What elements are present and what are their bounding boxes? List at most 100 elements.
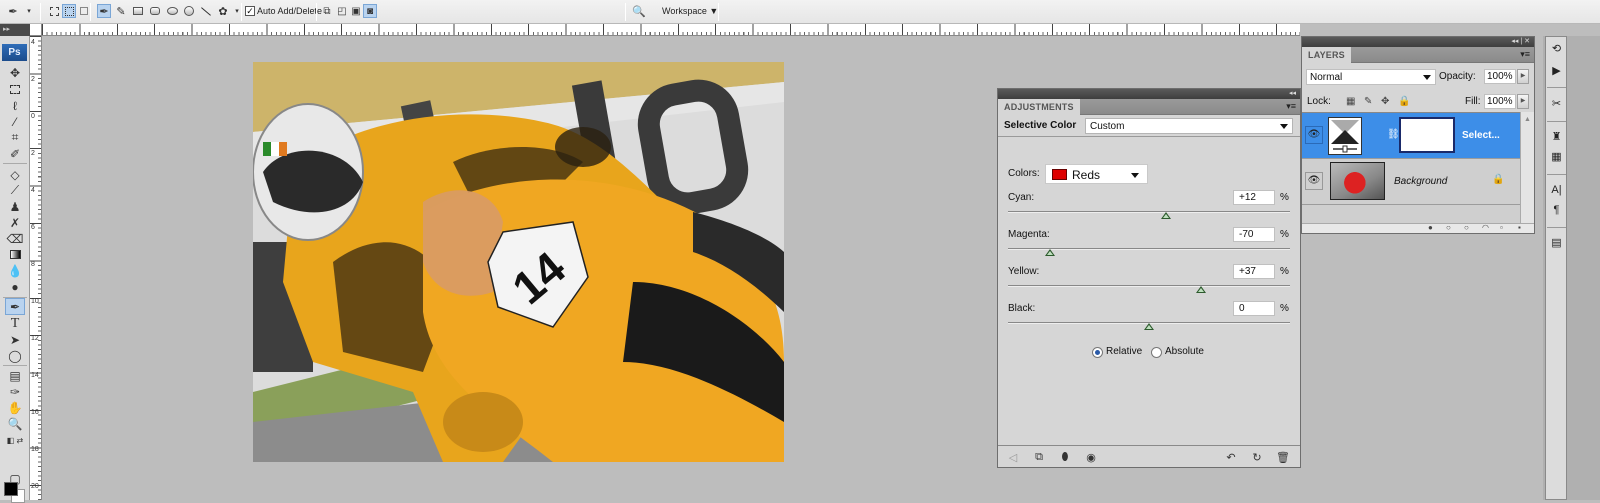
freeform-pen-icon[interactable]: ✎ xyxy=(114,4,128,18)
lock-all-icon[interactable]: 🔒 xyxy=(1398,96,1410,107)
new-layer-icon[interactable]: ▫ xyxy=(1500,223,1503,232)
colors-dropdown[interactable]: Reds xyxy=(1045,164,1148,184)
subtract-icon[interactable]: ◰ xyxy=(335,4,349,18)
magenta-input[interactable]: -70 xyxy=(1233,227,1275,242)
collapse-icon[interactable]: ◂◂ | ✕ xyxy=(1511,37,1530,47)
panel-menu-icon[interactable]: ▾≡ xyxy=(1286,101,1296,112)
layer-row-background[interactable]: 👁 Background 🔒 xyxy=(1302,159,1520,205)
tab-layers[interactable]: LAYERS xyxy=(1302,47,1351,63)
fill-slider-button[interactable]: ▶ xyxy=(1517,94,1529,109)
eye-icon[interactable]: 👁 xyxy=(1305,126,1323,144)
lock-position-icon[interactable]: ✥ xyxy=(1381,96,1389,107)
fill-input[interactable]: 100% xyxy=(1484,94,1516,109)
yellow-track[interactable] xyxy=(1008,285,1290,287)
blur-tool-icon[interactable]: 💧 xyxy=(5,262,25,279)
layers-titlebar[interactable]: ◂◂ | ✕ xyxy=(1302,37,1534,47)
vertical-ruler[interactable]: 4 2 0 2 4 6 8 10 12 14 16 18 20 xyxy=(30,36,42,500)
relative-radio[interactable] xyxy=(1092,347,1103,358)
collapse-icon[interactable]: ◂◂ xyxy=(1289,89,1296,99)
default-colors-icon[interactable]: ◧ ⇄ xyxy=(5,432,25,449)
mask-icon[interactable]: ○ xyxy=(1464,223,1469,232)
crop-tool-icon[interactable]: ⌗ xyxy=(5,129,25,146)
layer-name[interactable]: Background xyxy=(1394,176,1447,187)
paragraph-icon[interactable]: ¶ xyxy=(1549,203,1564,218)
brushes-icon[interactable]: ▦ xyxy=(1549,150,1564,165)
shape-layers-icon[interactable] xyxy=(47,4,61,18)
tool-preset-dropdown-icon[interactable]: ▾ xyxy=(22,4,36,18)
eye-icon[interactable]: 👁 xyxy=(1305,172,1323,190)
black-thumb[interactable] xyxy=(1144,323,1154,330)
adjustments-titlebar[interactable]: ◂◂ xyxy=(998,89,1300,99)
yellow-thumb[interactable] xyxy=(1196,286,1207,293)
adjustment-layer-icon[interactable]: ◠ xyxy=(1482,223,1489,232)
lock-image-icon[interactable]: ✎ xyxy=(1364,96,1372,107)
path-selection-tool-icon[interactable]: ➤ xyxy=(5,331,25,348)
tools-panel-header[interactable]: ▸▸ xyxy=(0,24,30,36)
layer-name[interactable]: Select... xyxy=(1462,130,1500,141)
scroll-up-icon[interactable]: ▲ xyxy=(1524,116,1531,123)
layer-mask-thumbnail[interactable] xyxy=(1399,117,1455,153)
absolute-label[interactable]: Absolute xyxy=(1165,346,1204,357)
paths-icon[interactable] xyxy=(62,4,76,18)
ellipse-icon[interactable] xyxy=(165,4,179,18)
delete-icon[interactable]: 🗑 xyxy=(1276,450,1290,464)
layers-scrollbar[interactable]: ▲ xyxy=(1520,112,1534,224)
combine-icon[interactable]: ⧉ xyxy=(320,4,334,18)
intersect-icon[interactable]: ▣ xyxy=(349,4,363,18)
brush-tool-icon[interactable]: ⟋ xyxy=(5,182,25,199)
opacity-input[interactable]: 100% xyxy=(1484,69,1516,84)
pen-tool-preset-icon[interactable]: ✒ xyxy=(6,4,20,18)
polygon-icon[interactable] xyxy=(182,4,196,18)
layer-comps-icon[interactable]: ▤ xyxy=(1549,236,1564,251)
eyedropper-slice-tool-icon[interactable]: ✐ xyxy=(5,145,25,162)
exclude-icon[interactable]: ◙ xyxy=(363,4,377,18)
cyan-thumb[interactable] xyxy=(1160,212,1171,219)
pen-icon[interactable]: ✒ xyxy=(97,4,111,18)
view-previous-state-icon[interactable]: ◉ xyxy=(1084,450,1098,464)
blend-mode-dropdown[interactable]: Normal xyxy=(1306,69,1436,85)
opacity-slider-button[interactable]: ▶ xyxy=(1517,69,1529,84)
dodge-tool-icon[interactable]: ● xyxy=(5,278,25,295)
link-layers-icon[interactable]: ● xyxy=(1428,223,1433,232)
magic-wand-tool-icon[interactable]: ⁄ xyxy=(5,113,25,130)
marquee-tool-icon[interactable] xyxy=(5,81,25,98)
type-tool-icon[interactable]: T xyxy=(5,315,25,332)
custom-shape-icon[interactable]: ✿ xyxy=(216,4,230,18)
magenta-thumb[interactable] xyxy=(1045,249,1056,256)
cyan-input[interactable]: +12 xyxy=(1233,190,1275,205)
toggle-visibility-icon[interactable]: ⬮ xyxy=(1058,450,1072,464)
eyedropper-tool-icon[interactable]: ✑ xyxy=(5,383,25,400)
horizontal-ruler[interactable] xyxy=(42,24,1300,36)
preset-dropdown[interactable]: Custom xyxy=(1085,118,1293,134)
eraser-tool-icon[interactable]: ⌫ xyxy=(5,230,25,247)
clone-source-icon[interactable]: ♜ xyxy=(1549,130,1564,145)
actions-icon[interactable]: ▶ xyxy=(1549,64,1564,79)
clip-to-layer-icon[interactable]: ⧉ xyxy=(1032,450,1046,464)
lasso-tool-icon[interactable]: ℓ xyxy=(5,97,25,114)
healing-tool-icon[interactable]: ◇ xyxy=(5,166,25,183)
black-input[interactable]: 0 xyxy=(1233,301,1275,316)
cyan-track[interactable] xyxy=(1008,211,1290,213)
notes-tool-icon[interactable]: ▤ xyxy=(5,367,25,384)
layer-row-selective-color[interactable]: 👁 ⛓ Select... xyxy=(1302,113,1520,159)
fill-pixels-icon[interactable] xyxy=(77,4,91,18)
line-icon[interactable] xyxy=(199,4,213,18)
workspace-menu[interactable]: Workspace ▼ xyxy=(662,6,718,16)
history-brush-tool-icon[interactable]: ✗ xyxy=(5,214,25,231)
gradient-tool-icon[interactable] xyxy=(5,246,25,263)
clone-stamp-tool-icon[interactable]: ♟ xyxy=(5,198,25,215)
auto-add-delete-checkbox[interactable]: ✓ xyxy=(245,6,255,16)
shape-tool-icon[interactable]: ◯ xyxy=(5,347,25,364)
ruler-origin[interactable] xyxy=(30,24,42,36)
workspace-zoom-icon[interactable]: 🔍 xyxy=(632,4,646,18)
link-icon[interactable]: ⛓ xyxy=(1387,129,1400,140)
reset-icon[interactable]: ↶ xyxy=(1224,450,1238,464)
foreground-color-swatch-top[interactable] xyxy=(4,482,18,496)
fx-icon[interactable]: ○ xyxy=(1446,223,1451,232)
refresh-icon[interactable]: ↻ xyxy=(1250,450,1264,464)
tool-presets-icon[interactable]: ✂ xyxy=(1549,97,1564,112)
absolute-radio[interactable] xyxy=(1151,347,1162,358)
rounded-rectangle-icon[interactable] xyxy=(148,4,162,18)
tab-adjustments[interactable]: ADJUSTMENTS xyxy=(998,99,1080,115)
hand-tool-icon[interactable]: ✋ xyxy=(5,399,25,416)
